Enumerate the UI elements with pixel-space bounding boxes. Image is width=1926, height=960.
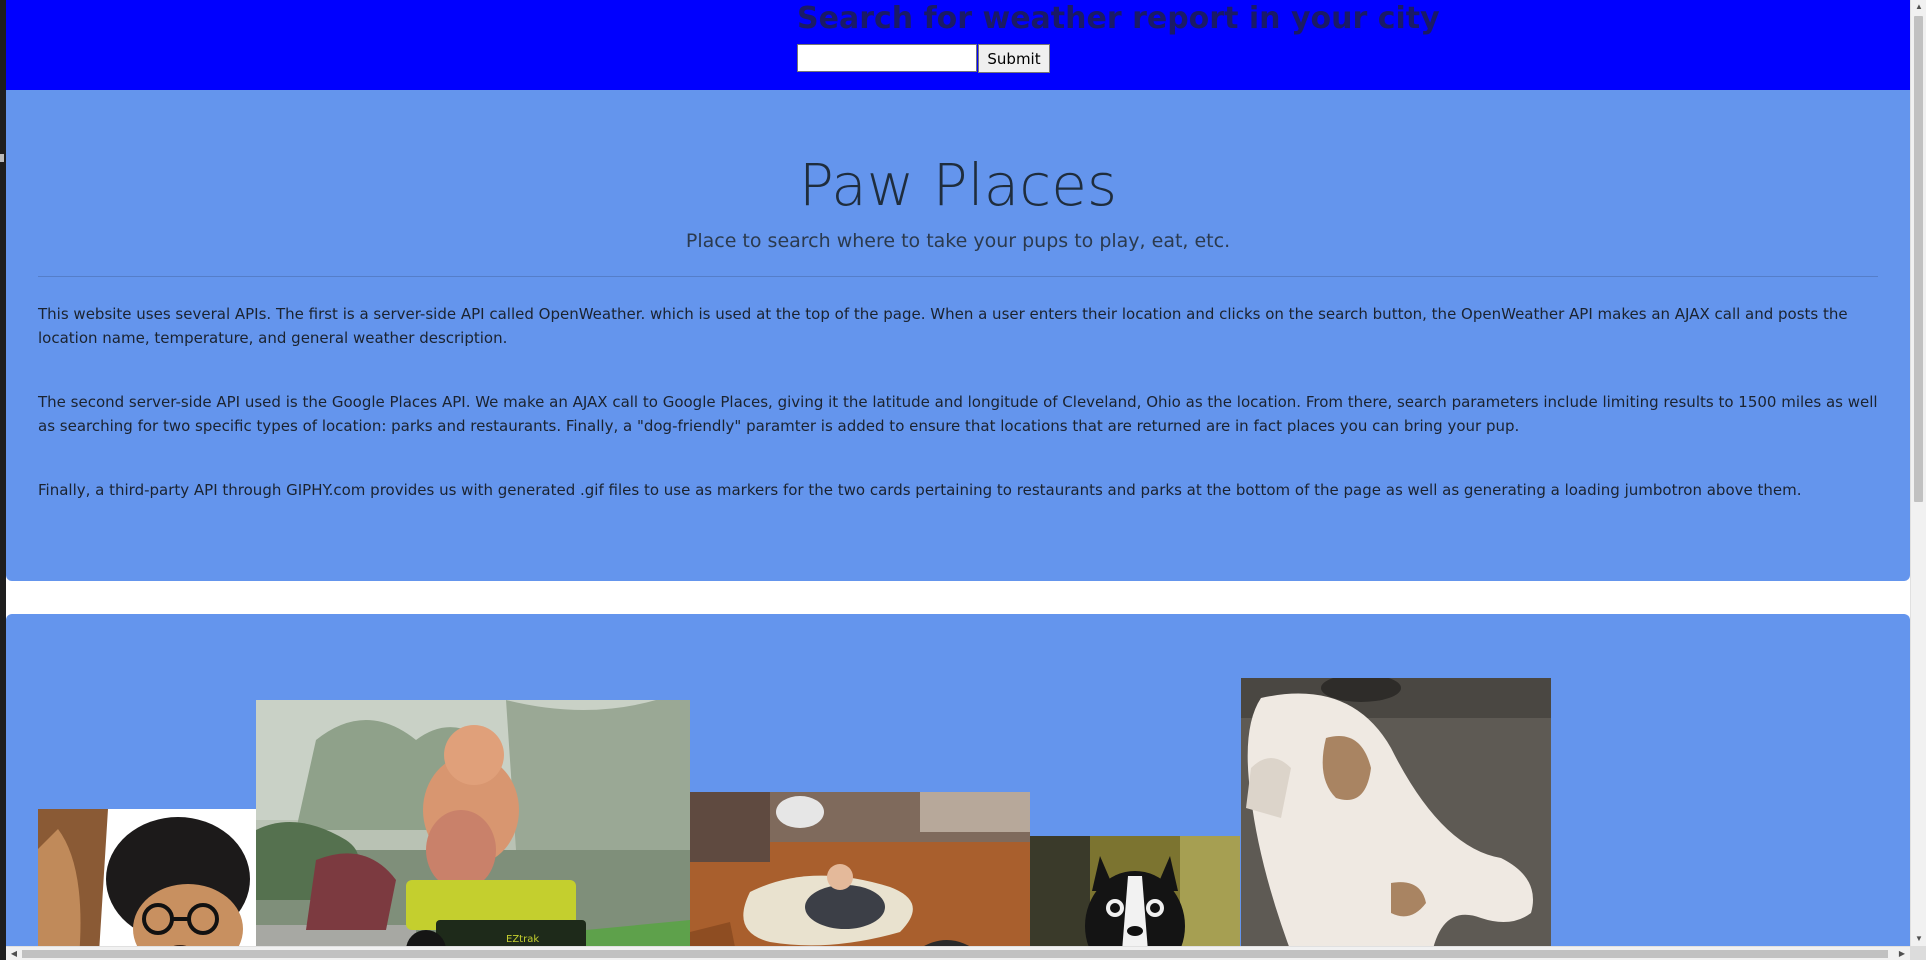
poodle-riding-lawn-mower-gif: EZtrak — [256, 700, 690, 960]
gif-loading-section: EZtrak — [6, 614, 1910, 960]
city-search-input[interactable] — [797, 44, 977, 72]
site-tagline: Place to search where to take your pups … — [685, 230, 1231, 252]
child-hugging-dog-gif — [690, 792, 1030, 960]
info-jumbotron: Paw Places Place to search where to take… — [6, 90, 1910, 581]
browser-viewport: Search for weather report in your city S… — [0, 0, 1926, 960]
submit-button[interactable]: Submit — [978, 44, 1050, 73]
weather-search-bar: Search for weather report in your city S… — [6, 0, 1910, 90]
scroll-up-arrow-icon[interactable]: ▲ — [1911, 0, 1926, 14]
scroll-down-arrow-icon[interactable]: ▼ — [1911, 932, 1926, 946]
api-description-openweather: This website uses several APIs. The firs… — [38, 305, 1848, 347]
puppy-crawling-gif — [1241, 678, 1551, 960]
scroll-right-arrow-icon[interactable]: ▶ — [1894, 947, 1910, 960]
scroll-left-arrow-icon[interactable]: ◀ — [6, 947, 22, 960]
edge-marker — [0, 154, 4, 162]
site-title: Paw Places — [798, 151, 1118, 219]
vertical-scrollbar[interactable]: ▲ ▼ — [1910, 0, 1926, 946]
api-description-giphy: Finally, a third-party API through GIPHY… — [38, 481, 1802, 499]
horizontal-scroll-thumb[interactable] — [22, 950, 1888, 958]
horizontal-scrollbar[interactable]: ◀ ▶ — [6, 946, 1910, 960]
vertical-scroll-thumb[interactable] — [1914, 16, 1923, 502]
weather-search-title: Search for weather report in your city — [797, 1, 1440, 36]
scrollbar-corner — [1910, 946, 1926, 960]
svg-text:EZtrak: EZtrak — [506, 934, 539, 945]
boston-terrier-gif — [1030, 836, 1240, 960]
api-description-google-places: The second server-side API used is the G… — [38, 393, 1878, 435]
divider — [38, 276, 1878, 277]
dog-in-wig-and-glasses-gif — [38, 809, 256, 960]
